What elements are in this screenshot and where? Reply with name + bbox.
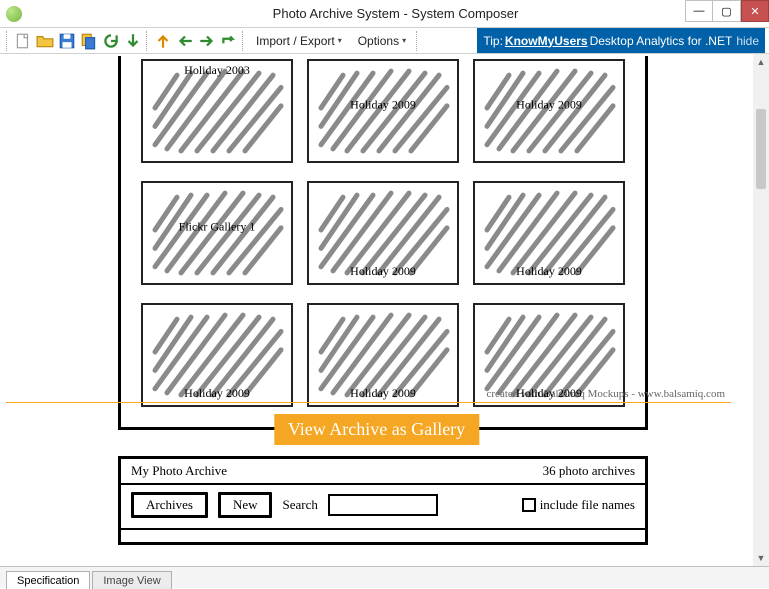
thumbnail-label: Holiday 2009 [516, 386, 582, 401]
sketch-fill [147, 65, 287, 157]
toolbar-separator [242, 31, 246, 51]
thumbnail-label: Holiday 2009 [184, 386, 250, 401]
workspace: Holiday 2003 Holiday 2009 Holiday 2009 Flic… [0, 54, 769, 566]
import-export-menu[interactable]: Import / Export▾ [248, 28, 350, 54]
archive-panel-body: Archives New Search include file names [121, 485, 645, 528]
tab-image-view[interactable]: Image View [92, 571, 171, 589]
menu-label: Import / Export [256, 34, 335, 48]
archive-panel-header: My Photo Archive 36 photo archives [121, 459, 645, 485]
toolbar-separator [6, 31, 10, 51]
app-icon [6, 6, 22, 22]
include-filenames-option[interactable]: include file names [522, 497, 635, 513]
close-button[interactable]: ✕ [741, 0, 769, 22]
refresh-icon[interactable] [102, 32, 120, 50]
back-arrow-icon[interactable] [176, 32, 194, 50]
bottom-tabs: Specification Image View [0, 566, 769, 588]
toolbar: Import / Export▾ Options▾ Tip: KnowMyUse… [0, 28, 769, 54]
chevron-down-icon: ▾ [338, 36, 342, 45]
window-controls: — ▢ ✕ [685, 0, 769, 22]
tip-hide-link[interactable]: hide [736, 34, 759, 48]
gallery-thumbnail[interactable]: Holiday 2003 [141, 59, 293, 163]
maximize-button[interactable]: ▢ [713, 0, 741, 22]
thumbnail-label: Flickr Gallery 1 [179, 220, 256, 235]
new-button[interactable]: New [218, 492, 273, 518]
gallery-thumbnail[interactable]: Holiday 2009 [307, 303, 459, 407]
up-arrow-icon[interactable] [154, 32, 172, 50]
scroll-thumb[interactable] [756, 109, 766, 189]
gallery-thumbnail[interactable]: Holiday 2009 [473, 59, 625, 163]
archive-count: 36 photo archives [543, 463, 635, 479]
thumbnail-label: Holiday 2009 [516, 98, 582, 113]
tab-specification[interactable]: Specification [6, 571, 90, 589]
forward-arrow-icon[interactable] [198, 32, 216, 50]
tip-suffix: Desktop Analytics for .NET [590, 34, 733, 48]
scroll-down-icon[interactable]: ▼ [753, 550, 769, 566]
view-gallery-banner: View Archive as Gallery [274, 414, 479, 445]
thumbnail-label: Holiday 2009 [350, 386, 416, 401]
gallery-thumbnail[interactable]: Holiday 2009 [473, 181, 625, 285]
thumbnail-label: Holiday 2009 [350, 264, 416, 279]
tip-link[interactable]: KnowMyUsers [505, 34, 588, 48]
archives-button[interactable]: Archives [131, 492, 208, 518]
thumbnail-label: Holiday 2009 [350, 98, 416, 113]
gallery-grid: Holiday 2003 Holiday 2009 Holiday 2009 Flic… [141, 59, 625, 407]
checkbox-icon [522, 498, 536, 512]
minimize-button[interactable]: — [685, 0, 713, 22]
thumbnail-label: Holiday 2009 [516, 264, 582, 279]
copy-icon[interactable] [80, 32, 98, 50]
window-title: Photo Archive System - System Composer [22, 6, 769, 21]
new-file-icon[interactable] [14, 32, 32, 50]
canvas: Holiday 2003 Holiday 2009 Holiday 2009 Flic… [6, 56, 747, 564]
down-arrow-icon[interactable] [124, 32, 142, 50]
include-filenames-label: include file names [540, 497, 635, 513]
search-label: Search [282, 497, 317, 513]
save-icon[interactable] [58, 32, 76, 50]
gallery-thumbnail[interactable]: Holiday 2009 [307, 181, 459, 285]
options-menu[interactable]: Options▾ [350, 28, 414, 54]
gallery-thumbnail[interactable]: Holiday 2009 [307, 59, 459, 163]
chevron-down-icon: ▾ [402, 36, 406, 45]
archive-panel-title: My Photo Archive [131, 463, 227, 479]
archive-panel-tail [121, 528, 645, 542]
scroll-up-icon[interactable]: ▲ [753, 54, 769, 70]
vertical-scrollbar[interactable]: ▲ ▼ [753, 54, 769, 566]
toolbar-separator [416, 31, 420, 51]
toolbar-separator [146, 31, 150, 51]
tip-prefix: Tip: [483, 34, 503, 48]
gallery-mockup-frame: Holiday 2003 Holiday 2009 Holiday 2009 Flic… [118, 56, 648, 430]
thumbnail-label: Holiday 2003 [184, 63, 250, 78]
title-bar: Photo Archive System - System Composer —… [0, 0, 769, 28]
archive-panel-mockup: My Photo Archive 36 photo archives Archi… [118, 456, 648, 545]
tip-bar: Tip: KnowMyUsers Desktop Analytics for .… [477, 28, 765, 53]
turn-arrow-icon[interactable] [220, 32, 238, 50]
menu-label: Options [358, 34, 399, 48]
gallery-thumbnail[interactable]: Holiday 2009 [141, 303, 293, 407]
gallery-thumbnail[interactable]: Flickr Gallery 1 [141, 181, 293, 285]
open-folder-icon[interactable] [36, 32, 54, 50]
section-divider [6, 402, 731, 403]
search-input[interactable] [328, 494, 438, 516]
